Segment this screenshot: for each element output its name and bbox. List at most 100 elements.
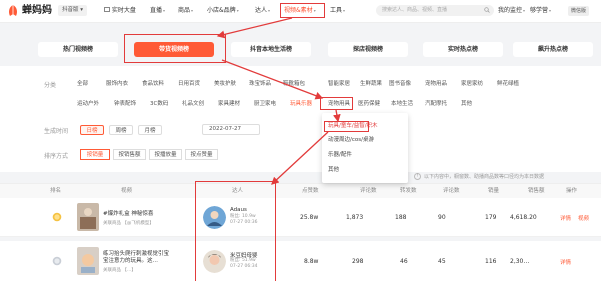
nav-my-monitor[interactable]: 我的监控▾ — [498, 6, 525, 16]
col-shares[interactable]: 转发数 — [400, 184, 417, 198]
cicada-logo-icon[interactable] — [6, 4, 20, 18]
col-sales[interactable]: 销量 — [488, 184, 499, 198]
likes-value: 25.8w — [300, 214, 319, 221]
category-chip[interactable]: 钟表配饰 — [112, 99, 138, 109]
chevron-down-icon: ▾ — [163, 8, 166, 13]
col-likes[interactable]: 点赞数 — [302, 184, 319, 198]
time-monthly-button[interactable]: 月榜 — [138, 125, 162, 135]
time-weekly-button[interactable]: 周榜 — [109, 125, 133, 135]
dropdown-item[interactable]: 动漫周边/cos/桌游 — [328, 136, 374, 145]
tab-realtime-hot-rank[interactable]: 实时热点榜 — [423, 42, 503, 57]
tab-rising-hot-rank[interactable]: 飙升热点榜 — [513, 42, 593, 57]
nav-goods[interactable]: 商品▾ — [178, 6, 193, 16]
dropdown-item[interactable]: 其他 — [328, 166, 339, 175]
col-revenue[interactable]: 销售额 — [528, 184, 545, 198]
video-thumbnail[interactable] — [77, 203, 99, 231]
time-daily-button[interactable]: 日榜 — [80, 125, 104, 135]
gold-medal-icon — [52, 212, 62, 222]
nav-label: 我的监控 — [498, 7, 523, 14]
video-title[interactable]: 练习抬头爬行刺激视觉引宝宝注意力的玩具。这… — [103, 251, 173, 265]
col-comments-2[interactable]: 评论数 — [443, 184, 460, 198]
platform-selector[interactable]: 抖音版 ▾ — [58, 5, 88, 16]
platform-label: 抖音版 — [62, 7, 79, 13]
nav-live[interactable]: 直播▾ — [150, 6, 165, 16]
sort-by-likes[interactable]: 按点赞量 — [185, 149, 218, 160]
chevron-down-icon: ▾ — [549, 8, 552, 13]
tip-text: 以下内容中，橱窗数、助播商品数等口径均为本日数据 — [424, 174, 545, 180]
video-link[interactable]: 视频 — [578, 214, 589, 222]
category-chip[interactable]: 礼品文创 — [180, 99, 206, 109]
chevron-down-icon: ▾ — [523, 8, 526, 13]
time-label: 生成时间 — [44, 128, 69, 135]
category-chip[interactable]: 其他 — [459, 99, 474, 109]
col-comments[interactable]: 评论数 — [360, 184, 377, 198]
category-chip[interactable]: 3C数码 — [148, 99, 170, 109]
category-chip[interactable]: 汽配摩托 — [423, 99, 449, 109]
video-meta: 关联商品 【…】 — [103, 268, 136, 273]
live-screen-icon — [104, 7, 110, 12]
col-rank: 排名 — [50, 188, 62, 194]
nav-tools[interactable]: 工具▾ — [330, 6, 345, 16]
app-name[interactable]: 蝉妈妈 — [22, 4, 52, 18]
category-label: 分类 — [44, 82, 57, 89]
detail-link[interactable]: 详情 — [560, 214, 571, 222]
date-picker[interactable]: 2022-07-27 — [202, 124, 260, 135]
category-chip[interactable]: 家居家纺 — [459, 79, 485, 89]
chevron-down-icon: ▾ — [343, 8, 346, 13]
detail-link[interactable]: 详情 — [560, 258, 571, 266]
category-chip[interactable]: 本地生活 — [389, 99, 415, 109]
table-header: 排名 视频 达人 点赞数 评论数 转发数 评论数 销量 销售额 操作 — [0, 183, 601, 199]
search-input[interactable]: 搜索达人、商品、视频、直播 — [376, 5, 494, 16]
sales-value: 116 — [485, 258, 497, 265]
comments-value: 1,873 — [346, 214, 364, 221]
tab-local-life-rank[interactable]: 抖音本地生活榜 — [231, 42, 311, 57]
video-thumbnail[interactable] — [77, 247, 99, 275]
nav-shop-brand[interactable]: 小店&品牌▾ — [207, 6, 239, 16]
nav-live-screen[interactable]: 实时大盘 — [104, 6, 136, 16]
category-chip[interactable]: 鞋靴箱包 — [281, 79, 307, 89]
nav-talent[interactable]: 达人▾ — [255, 6, 270, 16]
col4-value: 90 — [438, 214, 446, 221]
chevron-down-icon: ▾ — [80, 7, 84, 13]
nav-label: 商品 — [178, 7, 191, 14]
sort-by-sales[interactable]: 按销量 — [80, 149, 110, 160]
table-row[interactable]: #爆炸礼盒 神秘惊喜 关联商品 【@飞机模型】 Adaus 粉丝: 10.9w … — [0, 198, 601, 237]
category-chip[interactable]: 运动户外 — [75, 99, 101, 109]
category-chip[interactable]: 鲜花绿植 — [495, 79, 521, 89]
category-chip[interactable]: 珠宝饰品 — [247, 79, 273, 89]
date-value: 2022-07-27 — [209, 126, 241, 132]
category-chip[interactable]: 日用百货 — [176, 79, 202, 89]
category-chip[interactable]: 生鲜蔬果 — [358, 79, 384, 89]
category-chip[interactable]: 厨卫家电 — [252, 99, 278, 109]
category-chip[interactable]: 服饰内衣 — [104, 79, 130, 89]
nav-learn-camp[interactable]: 够学营▾ — [530, 6, 551, 16]
category-chip[interactable]: 宠物用品 — [423, 79, 449, 89]
annotation-box-nav — [280, 3, 325, 18]
category-chip[interactable]: 图书音像 — [387, 79, 413, 89]
search-icon[interactable] — [484, 7, 490, 13]
chevron-down-icon: ▾ — [236, 8, 239, 13]
user-badge[interactable]: 微信版 — [568, 6, 590, 16]
category-chip[interactable]: 家具建材 — [216, 99, 242, 109]
likes-value: 8.8w — [304, 258, 319, 265]
chevron-down-icon: ▾ — [191, 8, 194, 13]
category-chip[interactable]: 美妆护肤 — [212, 79, 238, 89]
sort-by-plays[interactable]: 按播放量 — [149, 149, 182, 160]
category-chip[interactable]: 医药保健 — [356, 99, 382, 109]
sales-value: 179 — [485, 214, 497, 221]
table-row[interactable]: 练习抬头爬行刺激视觉引宝宝注意力的玩具。这… 关联商品 【…】 米豆妈母婴 粉丝… — [0, 241, 601, 281]
video-title[interactable]: #爆炸礼盒 神秘惊喜 — [103, 211, 173, 218]
tab-hot-video-rank[interactable]: 热门视频榜 — [38, 42, 118, 57]
category-chip[interactable]: 智能家居 — [326, 79, 352, 89]
sort-by-revenue[interactable]: 按销售额 — [113, 149, 146, 160]
category-chip[interactable]: 食品饮料 — [140, 79, 166, 89]
category-chip[interactable]: 全部 — [75, 79, 90, 89]
tab-store-visit-rank[interactable]: 探店视频榜 — [328, 42, 408, 57]
category-chip[interactable]: 玩具乐器 — [288, 99, 314, 109]
annotation-box-category — [320, 97, 353, 110]
chevron-down-icon: ▾ — [268, 8, 271, 13]
nav-label: 实时大盘 — [111, 7, 136, 14]
annotation-box-dropdown — [324, 121, 369, 132]
dropdown-item[interactable]: 乐器/配件 — [328, 151, 352, 160]
nav-label: 工具 — [330, 7, 343, 14]
